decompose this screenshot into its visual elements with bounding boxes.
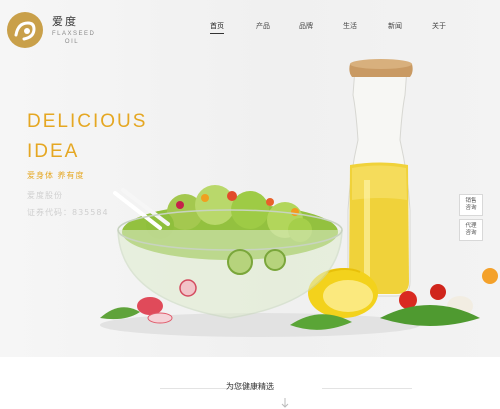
hero-subtitle: 爱身体 养有度 xyxy=(27,171,85,180)
brand-name-cn: 爱度 xyxy=(52,15,78,28)
nav-item-brand[interactable]: 品牌 xyxy=(299,21,313,31)
hero-company: 爱度股份 xyxy=(27,191,63,200)
nav-item-about[interactable]: 关于 xyxy=(432,21,446,31)
agent-inquiry-label-2: 咨询 xyxy=(465,230,477,236)
nav-item-products[interactable]: 产品 xyxy=(256,21,270,31)
brand-name-en: FLAXSEED OIL xyxy=(52,31,96,45)
sales-inquiry-label-2: 咨询 xyxy=(465,205,477,211)
scroll-down-icon[interactable] xyxy=(281,398,289,408)
nav-item-news[interactable]: 新闻 xyxy=(388,21,402,31)
hero-title-line2: IDEA xyxy=(27,141,80,162)
agent-inquiry-button[interactable]: 代理 咨询 xyxy=(459,219,483,241)
nav-item-life[interactable]: 生活 xyxy=(343,21,357,31)
agent-inquiry-label-1: 代理 xyxy=(465,223,477,229)
logo-icon[interactable] xyxy=(6,11,44,49)
sales-inquiry-button[interactable]: 销售 咨询 xyxy=(459,194,483,216)
section-title: 为您健康精选 xyxy=(226,382,274,391)
hero-title-line1: DELICIOUS xyxy=(27,111,148,132)
nav-active-indicator xyxy=(210,33,224,34)
hero-stock-code: 证券代码：835584 xyxy=(27,208,109,217)
sales-inquiry-label-1: 销售 xyxy=(465,198,477,204)
nav-item-home[interactable]: 首页 xyxy=(210,21,224,31)
